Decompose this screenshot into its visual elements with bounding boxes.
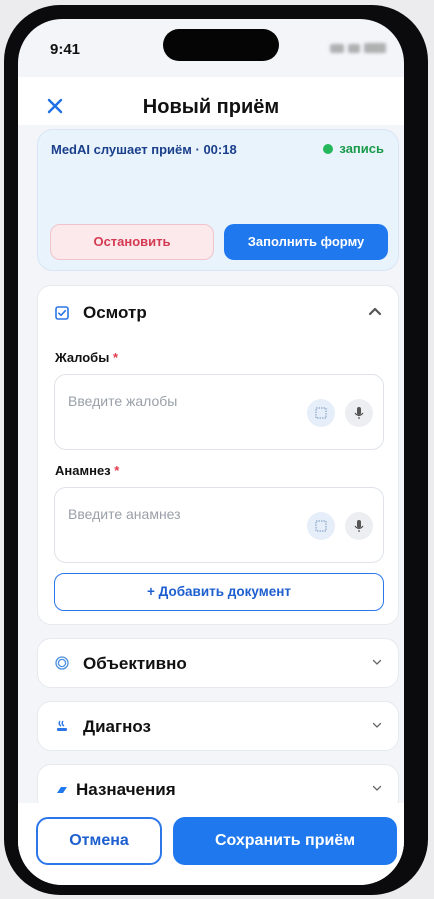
chevron-up-icon[interactable] (368, 306, 382, 316)
ai-status-text: MedAI слушает приём · 00:18 (51, 142, 237, 157)
complaints-placeholder: Введите жалобы (68, 393, 178, 409)
phone-frame: 9:41 Новый приём MedAI слушает приём · 0… (4, 5, 428, 895)
anamnesis-field[interactable]: Введите анамнез (54, 487, 384, 563)
required-mark: * (112, 350, 118, 365)
chevron-down-icon[interactable] (372, 659, 382, 666)
section-diagnosis-title: Диагноз (83, 717, 151, 736)
dynamic-island (163, 29, 279, 61)
wifi-icon (348, 43, 360, 53)
add-document-button[interactable]: + Добавить документ (54, 573, 384, 611)
chevron-down-icon[interactable] (372, 722, 382, 729)
required-mark: * (114, 463, 120, 478)
bottom-action-bar: Отмена Сохранить приём (18, 803, 404, 885)
anamnesis-placeholder: Введите анамнез (68, 506, 181, 522)
status-icons (330, 43, 386, 53)
section-objective-title: Объективно (83, 654, 187, 673)
ai-listening-panel: MedAI слушает приём · 00:18 запись Остан… (37, 129, 399, 271)
section-diagnosis[interactable]: Диагноз (37, 701, 399, 751)
chevron-down-icon[interactable] (372, 785, 382, 792)
section-prescriptions-title: Назначения (76, 780, 176, 799)
stop-recording-button[interactable]: Остановить (50, 224, 214, 260)
diagnosis-icon (57, 720, 67, 731)
recording-label: запись (339, 141, 384, 156)
pill-icon (57, 787, 67, 793)
section-exam: Осмотр Жалобы * Введите жалобы Анамнез *… (37, 285, 399, 625)
checkbox-icon (55, 306, 69, 320)
signal-icon (330, 43, 344, 53)
screen: 9:41 Новый приём MedAI слушает приём · 0… (18, 19, 404, 885)
cancel-button[interactable]: Отмена (36, 817, 162, 865)
status-bar: 9:41 (18, 19, 404, 81)
section-exam-title[interactable]: Осмотр (83, 303, 147, 323)
page-title: Новый приём (142, 96, 280, 118)
status-time: 9:41 (50, 41, 81, 58)
battery-icon (364, 43, 386, 53)
microphone-icon[interactable] (345, 399, 373, 427)
microphone-icon[interactable] (345, 512, 373, 540)
save-visit-button[interactable]: Сохранить приём (173, 817, 397, 865)
scan-document-icon[interactable] (307, 399, 335, 427)
fill-form-button[interactable]: Заполнить форму (224, 224, 388, 260)
recording-dot-icon (323, 143, 334, 154)
section-objective[interactable]: Объективно (37, 638, 399, 688)
complaints-label-text: Жалобы (55, 350, 110, 365)
complaints-field[interactable]: Введите жалобы (54, 374, 384, 450)
top-bar: Новый приём (18, 77, 404, 125)
audio-waveform-icon (51, 172, 138, 210)
recording-indicator: запись (323, 141, 384, 156)
complaints-label: Жалобы * (55, 350, 118, 365)
scan-document-icon[interactable] (307, 512, 335, 540)
anamnesis-label-text: Анамнез (55, 463, 111, 478)
target-icon (55, 656, 69, 670)
anamnesis-label: Анамнез * (55, 463, 119, 478)
